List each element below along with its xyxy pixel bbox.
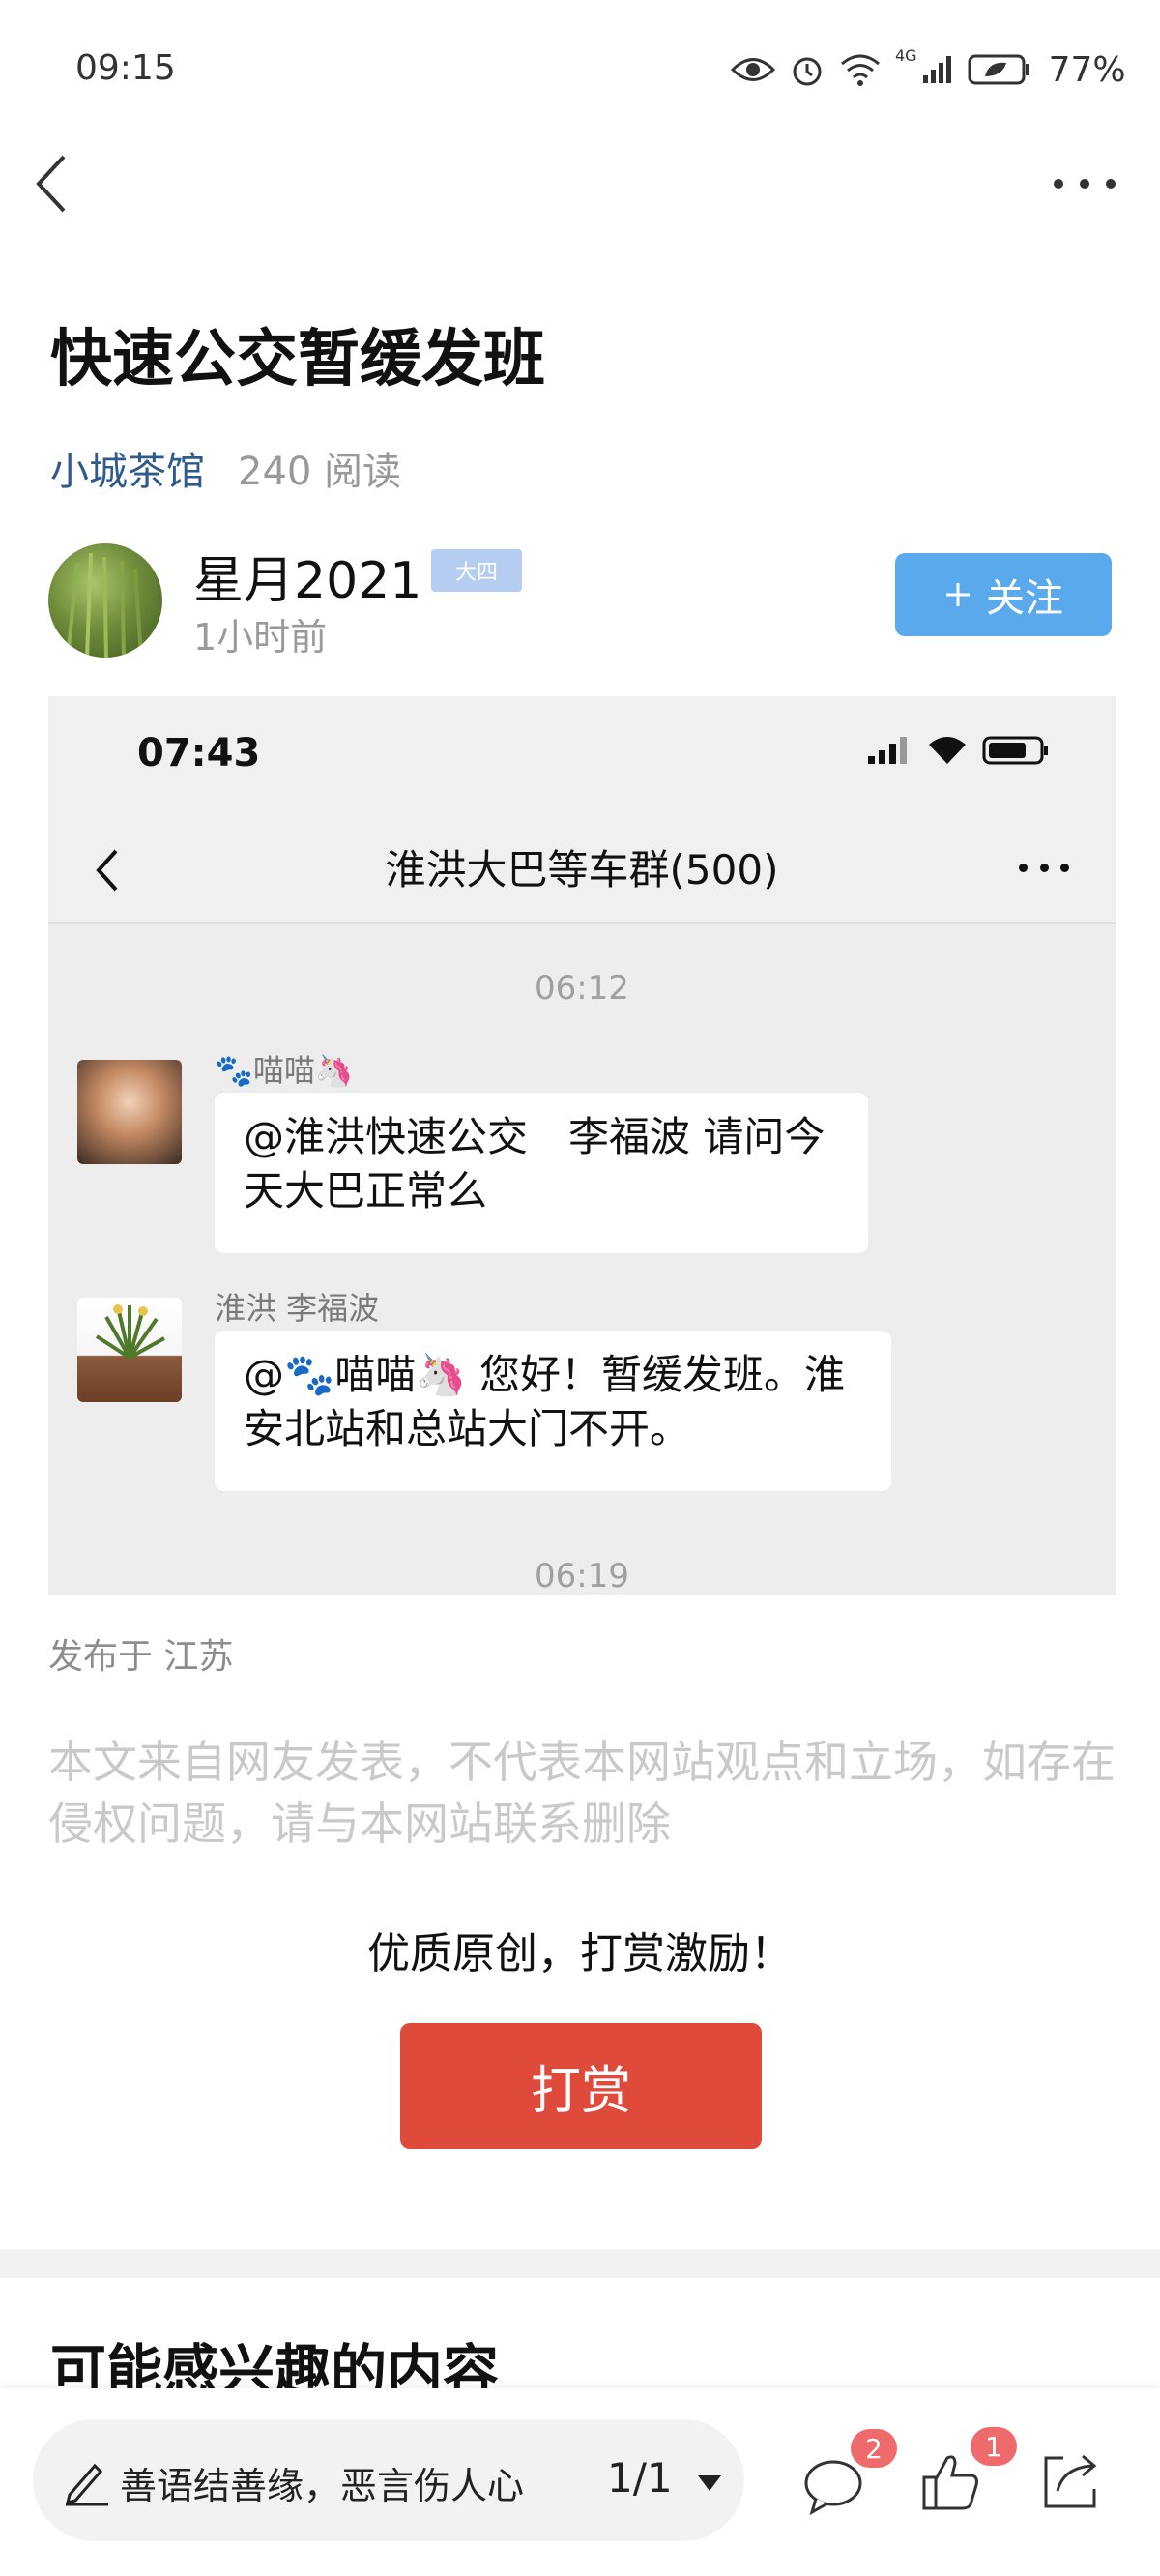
section-divider (0, 2249, 1160, 2278)
embedded-status-icons (866, 735, 1050, 766)
comment-placeholder[interactable]: 善语结善缘，恶言伤人心 (120, 2456, 524, 2509)
author-name[interactable]: 星月2021 (193, 540, 421, 612)
page-indicator[interactable]: 1/1 (607, 2454, 673, 2502)
embedded-status-time: 07:43 (137, 731, 261, 776)
sender-avatar (77, 1298, 182, 1402)
network-type: 4G (895, 46, 917, 65)
reward-button[interactable]: 打赏 (400, 2023, 762, 2149)
sender-name: 淮洪 李福波 (215, 1290, 380, 1327)
message-bubble: @淮洪快速公交 李福波 请问今天大巴正常么 (215, 1093, 868, 1253)
wifi-icon (929, 737, 966, 764)
read-count: 240 阅读 (238, 450, 402, 494)
post-time: 1小时前 (193, 616, 328, 659)
sender-name: 🐾喵喵🦄 (215, 1052, 354, 1089)
share-icon (1044, 2454, 1097, 2508)
embedded-more-icon (1019, 861, 1069, 874)
more-dot-icon (1080, 179, 1089, 189)
grass-photo-icon (66, 552, 143, 658)
embedded-chat-screenshot: 07:43 淮洪大巴等车群(500) 06:12 🐾喵喵🦄 @淮洪快速公交 李福… (48, 696, 1116, 1595)
article-title: 快速公交暂缓发班 (50, 324, 545, 395)
follow-label: 关注 (986, 576, 1063, 621)
wifi-icon (841, 54, 880, 86)
eye-icon (731, 58, 775, 81)
more-dot-icon (1106, 179, 1116, 189)
author-avatar[interactable] (48, 543, 162, 658)
grade-badge: 大四 (431, 549, 522, 592)
channel-link[interactable]: 小城茶馆 (50, 450, 205, 494)
message-bubble: @🐾喵喵🦄 您好！暂缓发班。淮安北站和总站大门不开。 (215, 1331, 891, 1491)
chat-timestamp: 06:19 (535, 1557, 629, 1595)
more-dot-icon (1054, 179, 1063, 189)
plus-icon (946, 583, 970, 606)
publish-location: 发布于 江苏 (48, 1637, 234, 1677)
reward-tip: 优质原创，打赏激励！ (367, 1929, 793, 1978)
more-options-button[interactable] (1054, 164, 1116, 203)
caret-down-icon[interactable] (696, 2474, 723, 2493)
like-count-badge: 1 (971, 2427, 1017, 2466)
comment-count-badge: 2 (851, 2429, 897, 2468)
chat-timestamp: 06:12 (535, 969, 629, 1008)
follow-button[interactable]: 关注 (895, 553, 1112, 636)
alarm-icon (793, 57, 822, 86)
article-meta: 小城茶馆 240 阅读 (50, 440, 401, 496)
embedded-chat-title: 淮洪大巴等车群(500) (385, 846, 779, 893)
disclaimer-text: 本文来自网友发表，不代表本网站观点和立场，如存在侵权问题，请与本网站联系删除 (48, 1736, 1116, 1850)
back-button[interactable] (25, 145, 83, 222)
status-time: 09:15 (75, 48, 176, 88)
share-button[interactable] (1036, 2446, 1106, 2516)
battery-percent: 77% (1048, 49, 1126, 90)
pen-icon (62, 2456, 112, 2506)
sender-avatar (77, 1060, 182, 1164)
signal-icon (868, 737, 907, 764)
status-icons: 4G 77% (731, 46, 1126, 93)
battery-icon (968, 54, 1030, 85)
plant-icon (95, 1304, 165, 1360)
signal-icon (922, 56, 951, 83)
battery-icon (982, 736, 1048, 765)
chevron-left-icon (36, 155, 66, 213)
